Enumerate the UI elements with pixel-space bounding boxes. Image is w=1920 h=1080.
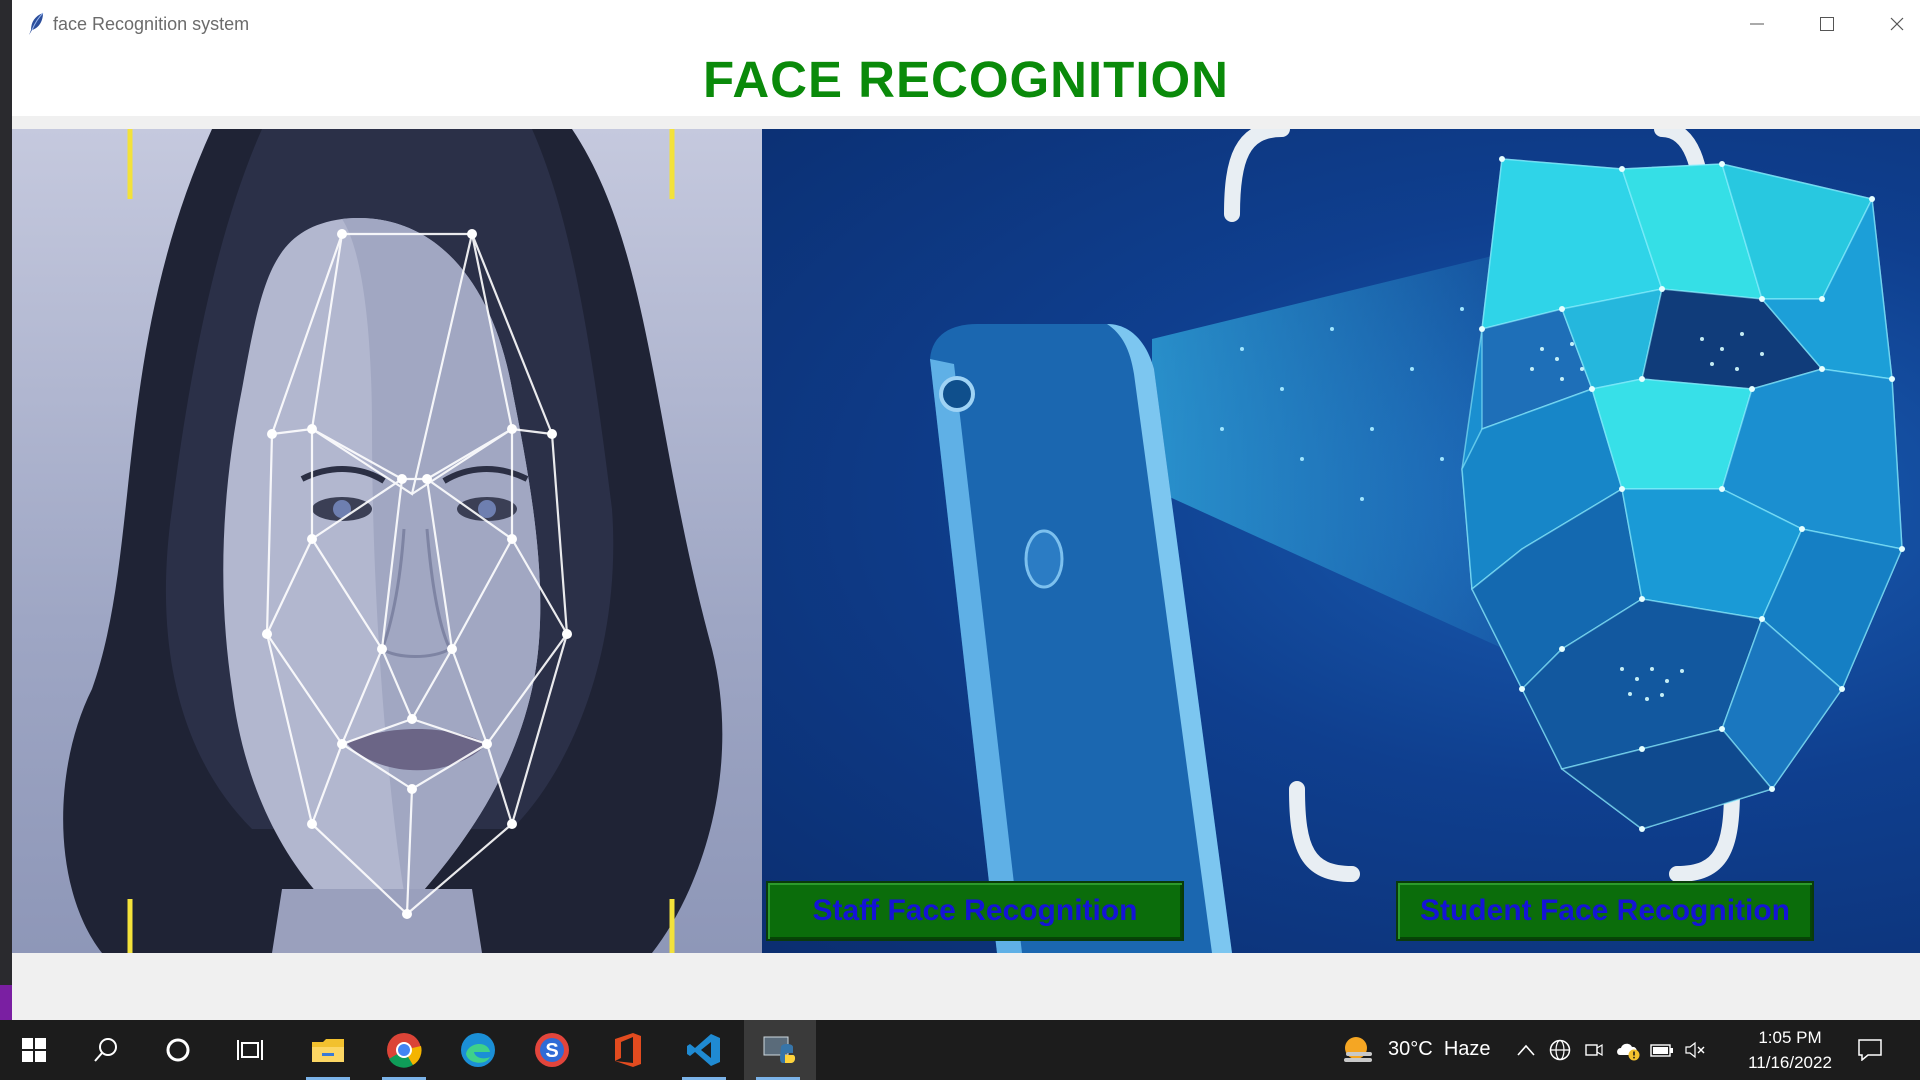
desktop-edge <box>0 0 12 1020</box>
file-explorer-button[interactable] <box>298 1020 358 1080</box>
search-button[interactable] <box>76 1020 136 1080</box>
battery-icon <box>1650 1044 1673 1057</box>
volume-button[interactable] <box>1678 1020 1714 1080</box>
chrome-button[interactable] <box>374 1020 434 1080</box>
weather-widget[interactable] <box>1328 1020 1388 1080</box>
face-mesh-illustration <box>63 129 723 953</box>
weather-haze-icon <box>1344 1037 1372 1062</box>
window-title: face Recognition system <box>53 14 250 34</box>
s-app-icon: S <box>535 1033 569 1067</box>
battery-button[interactable] <box>1644 1020 1680 1080</box>
staff-face-recognition-button[interactable]: Staff Face Recognition <box>766 881 1184 941</box>
app-window: face Recognition system FACE RECOGNITION <box>12 0 1920 1020</box>
face-mesh-image <box>12 129 762 953</box>
python-app-button[interactable] <box>744 1020 816 1080</box>
cloud-warning-icon <box>1617 1043 1640 1061</box>
onedrive-button[interactable] <box>1610 1020 1646 1080</box>
start-icon <box>22 1038 46 1062</box>
phone-scan-illustration <box>930 129 1905 953</box>
image-area: Staff Face Recognition Student Face Reco… <box>12 129 1920 953</box>
close-icon <box>1890 17 1904 31</box>
edge-icon <box>461 1033 495 1067</box>
notification-icon <box>1858 1039 1882 1061</box>
weather-text: 30°C Haze <box>1388 1038 1491 1061</box>
cortana-button[interactable] <box>148 1020 208 1080</box>
feather-icon <box>29 12 44 35</box>
weather-condition: Haze <box>1443 1038 1491 1060</box>
header-band: FACE RECOGNITION <box>12 48 1920 116</box>
camera-icon <box>1585 1043 1603 1057</box>
chevron-up-icon <box>1517 1044 1535 1056</box>
page-title: FACE RECOGNITION <box>702 51 1230 108</box>
globe-icon <box>1549 1039 1571 1061</box>
volume-muted-icon <box>1685 1041 1705 1059</box>
tray-overflow-button[interactable] <box>1508 1020 1544 1080</box>
edge-button[interactable] <box>448 1020 508 1080</box>
desktop-accent <box>0 985 12 1020</box>
clock-time: 1:05 PM <box>1758 1028 1822 1047</box>
weather-temp: 30°C <box>1388 1038 1433 1060</box>
task-view-icon <box>237 1040 263 1060</box>
minimize-icon <box>1750 23 1764 25</box>
task-view-button[interactable] <box>220 1020 280 1080</box>
student-face-recognition-button[interactable]: Student Face Recognition <box>1396 881 1814 941</box>
vscode-button[interactable] <box>674 1020 734 1080</box>
office-button[interactable] <box>598 1020 658 1080</box>
start-button[interactable] <box>4 1020 64 1080</box>
window-footer <box>12 953 1920 1020</box>
s-app-button[interactable]: S <box>522 1020 582 1080</box>
chrome-icon <box>387 1033 422 1068</box>
search-icon <box>94 1038 117 1062</box>
notifications-button[interactable] <box>1840 1020 1900 1080</box>
maximize-button[interactable] <box>1792 0 1862 48</box>
title-bar[interactable]: face Recognition system <box>12 0 1920 48</box>
close-button[interactable] <box>1862 0 1920 48</box>
maximize-icon <box>1820 17 1834 31</box>
phone-scan-image <box>762 129 1920 953</box>
vscode-icon <box>687 1034 720 1066</box>
cortana-icon <box>166 1038 190 1062</box>
svg-text:S: S <box>545 1040 558 1062</box>
python-app-icon <box>763 1036 796 1063</box>
meet-now-button[interactable] <box>1576 1020 1612 1080</box>
minimize-button[interactable] <box>1722 0 1792 48</box>
file-explorer-icon <box>312 1039 344 1062</box>
language-button[interactable] <box>1542 1020 1578 1080</box>
taskbar: S 30°C Haze 1:05 PM 11/16/2022 <box>0 1020 1920 1080</box>
clock-date: 11/16/2022 <box>1748 1053 1832 1072</box>
office-icon <box>615 1033 641 1067</box>
